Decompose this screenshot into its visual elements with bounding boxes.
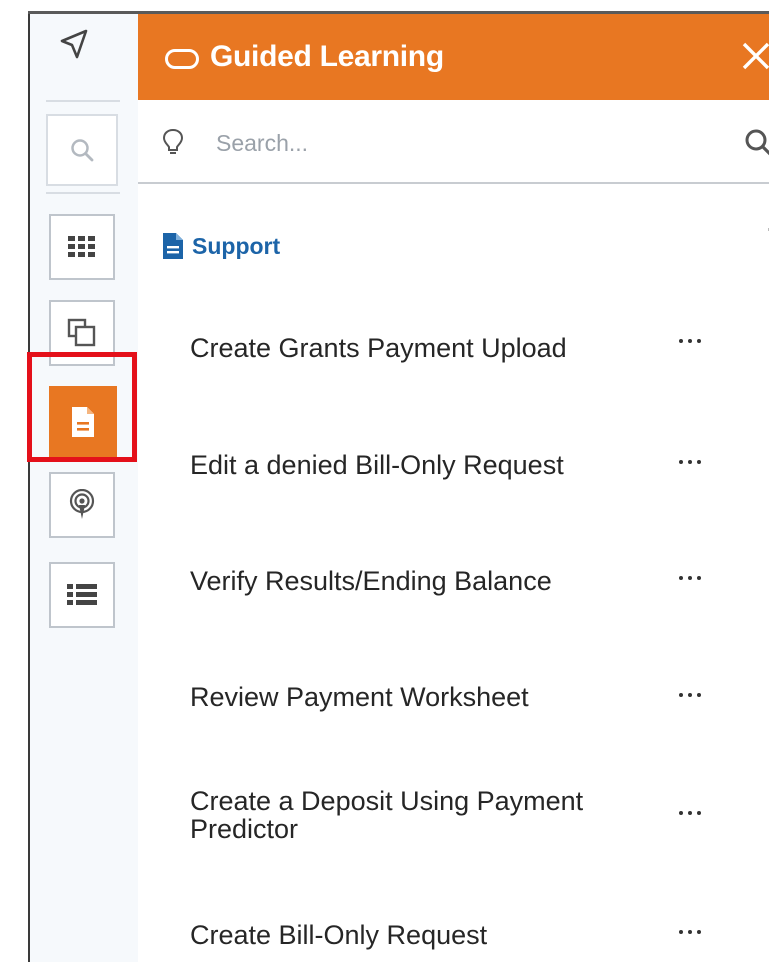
rail-divider	[46, 100, 120, 102]
list-item[interactable]: Create a Deposit Using Payment Predictor	[190, 787, 660, 843]
rail-list-button[interactable]	[49, 562, 115, 628]
ellipsis-icon	[679, 460, 701, 464]
guided-learning-panel: Guided Learning Support Create Grants Pa…	[138, 14, 769, 962]
close-icon[interactable]	[738, 38, 769, 74]
ellipsis-icon	[679, 576, 701, 580]
grid-apps-icon	[68, 236, 95, 257]
section-heading[interactable]: Support	[162, 230, 280, 262]
list-item[interactable]: Review Payment Worksheet	[190, 683, 660, 711]
list-item[interactable]: Edit a denied Bill-Only Request	[190, 451, 660, 479]
ellipsis-icon	[679, 693, 701, 697]
more-options-button[interactable]	[668, 447, 712, 477]
more-options-button[interactable]	[668, 680, 712, 710]
rail-search-button[interactable]	[46, 114, 118, 186]
ellipsis-icon	[679, 930, 701, 934]
background-top-bar	[28, 0, 769, 14]
more-options-button[interactable]	[668, 563, 712, 593]
copy-pages-icon	[67, 318, 96, 347]
rail-document-button[interactable]	[49, 386, 117, 458]
ellipsis-icon	[679, 811, 701, 815]
rail-broadcast-button[interactable]	[49, 472, 115, 538]
panel-title: Guided Learning	[210, 40, 444, 73]
search-icon	[71, 139, 94, 162]
document-icon	[72, 407, 94, 437]
send-arrow-icon[interactable]	[56, 26, 92, 62]
document-icon	[163, 233, 183, 259]
search-input[interactable]	[214, 122, 698, 164]
guided-learning-logo-icon	[165, 49, 199, 69]
more-options-button[interactable]	[668, 917, 712, 947]
section-title: Support	[192, 232, 281, 259]
search-bar	[138, 100, 769, 184]
broadcast-icon	[69, 489, 95, 519]
more-options-button[interactable]	[668, 798, 712, 828]
search-button-icon[interactable]	[742, 126, 769, 158]
list-item[interactable]: Create Bill-Only Request	[190, 921, 660, 949]
panel-header: Guided Learning	[138, 14, 769, 100]
background-left-area	[0, 0, 28, 962]
rail-apps-button[interactable]	[49, 214, 115, 280]
ellipsis-icon	[679, 339, 701, 343]
rail-divider	[46, 192, 120, 194]
rail-copy-button[interactable]	[49, 300, 115, 366]
list-icon	[67, 584, 97, 605]
list-item[interactable]: Create Grants Payment Upload	[190, 334, 660, 362]
more-options-button[interactable]	[668, 326, 712, 356]
lightbulb-icon	[162, 128, 184, 154]
list-item[interactable]: Verify Results/Ending Balance	[190, 567, 660, 595]
